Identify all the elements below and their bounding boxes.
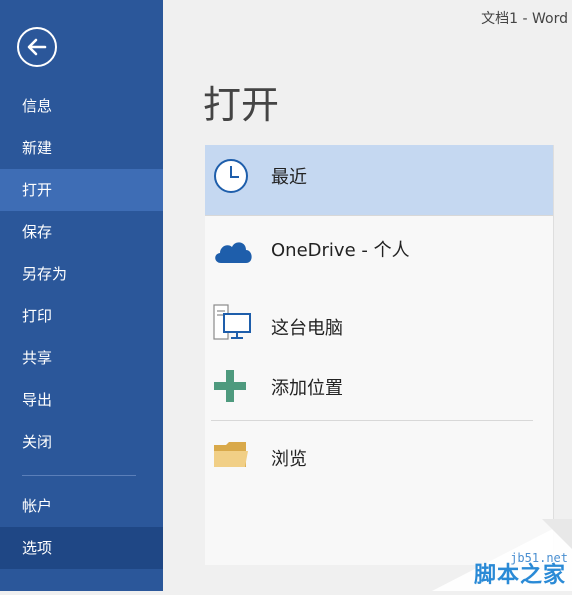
back-arrow-icon <box>27 38 47 56</box>
sidebar-item-share[interactable]: 共享 <box>0 337 163 379</box>
sidebar-item-new[interactable]: 新建 <box>0 127 163 169</box>
sidebar-item-open[interactable]: 打开 <box>0 169 163 211</box>
place-recent[interactable]: 最近 <box>205 145 553 215</box>
place-label: 浏览 <box>271 449 307 470</box>
place-browse[interactable]: 浏览 <box>205 425 553 487</box>
sidebar-item-export[interactable]: 导出 <box>0 379 163 421</box>
sidebar-item-close[interactable]: 关闭 <box>0 421 163 463</box>
back-button[interactable] <box>17 27 57 67</box>
sidebar-item-options[interactable]: 选项 <box>0 527 163 569</box>
place-add[interactable]: 添加位置 <box>205 355 553 417</box>
place-label: 添加位置 <box>271 378 343 399</box>
sidebar-divider <box>22 475 136 476</box>
folder-icon <box>214 442 248 467</box>
watermark: jb51.net 脚本之家 <box>422 519 572 591</box>
sidebar-item-account[interactable]: 帐户 <box>0 485 163 527</box>
places-divider <box>211 420 533 421</box>
places-list: 最近 OneDrive - 个人 这台电脑 添加位置 浏览 <box>205 145 554 565</box>
place-label: OneDrive - 个人 <box>271 240 410 261</box>
backstage-main: 文档1 - Word 打开 最近 OneDrive - 个人 这台电脑 添加位置… <box>163 0 572 591</box>
sidebar-item-info[interactable]: 信息 <box>0 85 163 127</box>
page-title: 打开 <box>203 83 280 127</box>
cloud-icon <box>215 242 252 263</box>
places-divider <box>205 215 553 216</box>
clock-icon <box>214 159 248 193</box>
place-onedrive[interactable]: OneDrive - 个人 <box>205 221 553 283</box>
plus-icon <box>214 370 246 402</box>
window-title: 文档1 - Word <box>481 11 568 27</box>
sidebar-item-save[interactable]: 保存 <box>0 211 163 253</box>
place-label: 最近 <box>271 167 307 188</box>
place-label: 这台电脑 <box>271 318 343 339</box>
sidebar-item-print[interactable]: 打印 <box>0 295 163 337</box>
place-this-pc[interactable]: 这台电脑 <box>205 295 553 357</box>
backstage-sidebar: 信息 新建 打开 保存 另存为 打印 共享 导出 关闭 帐户 选项 <box>0 0 163 591</box>
computer-icon <box>213 304 251 340</box>
watermark-brand: 脚本之家 <box>473 563 566 588</box>
sidebar-item-save-as[interactable]: 另存为 <box>0 253 163 295</box>
